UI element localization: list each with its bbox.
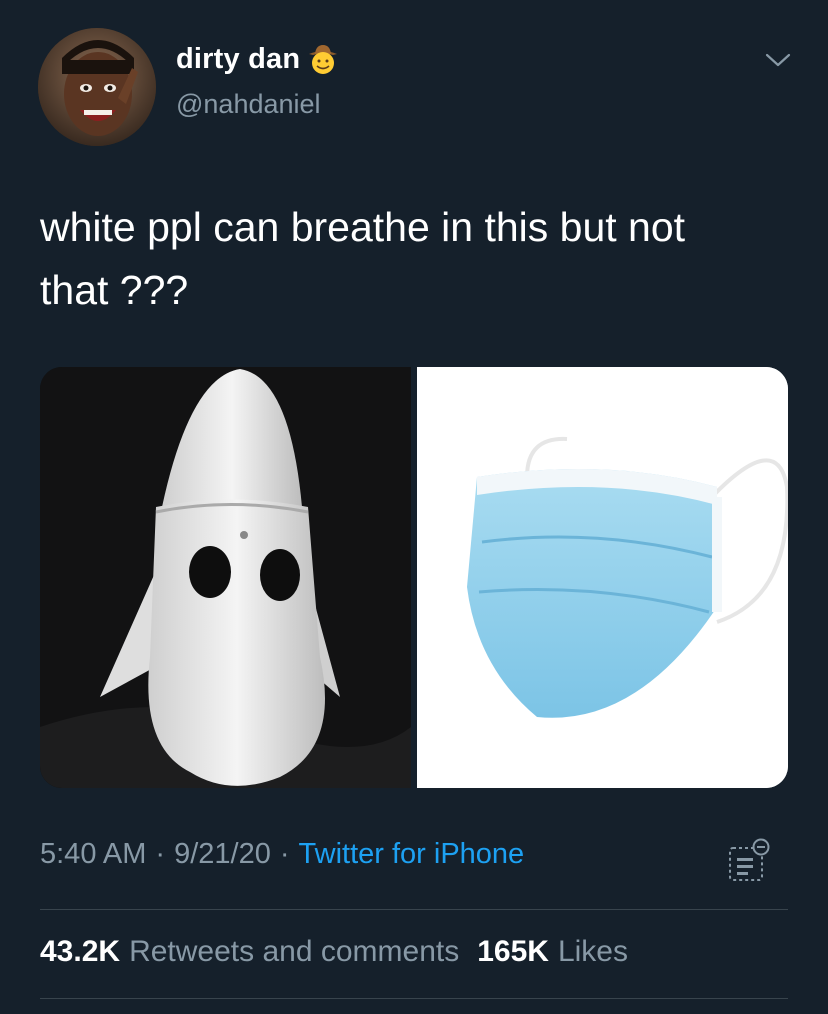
divider xyxy=(40,909,788,910)
surgical-mask-photo-icon xyxy=(417,367,788,788)
meta-separator: · xyxy=(279,838,290,870)
likes-label[interactable]: Likes xyxy=(558,935,628,969)
engagement-stats: 43.2K Retweets and comments 165K Likes xyxy=(40,935,646,969)
likes-count[interactable]: 165K xyxy=(477,935,549,969)
tweet-time: 5:40 AM xyxy=(40,838,147,870)
author-handle[interactable]: @nahdaniel xyxy=(176,89,321,120)
tweet-text: white ppl can breathe in this but not th… xyxy=(40,204,686,313)
tweet-source-link[interactable]: Twitter for iPhone xyxy=(299,838,525,871)
tweet-date: 9/21/20 xyxy=(174,838,271,870)
author-name-row[interactable]: dirty dan xyxy=(176,42,340,76)
white-hood-photo-icon xyxy=(40,367,411,788)
author-display-name[interactable]: dirty dan xyxy=(176,43,300,76)
retweets-count[interactable]: 43.2K xyxy=(40,935,120,969)
analytics-icon[interactable] xyxy=(726,838,772,884)
tweet-meta-row: 5:40 AM · 9/21/20 · Twitter for iPhone xyxy=(40,838,524,871)
divider xyxy=(40,998,788,999)
retweets-label[interactable]: Retweets and comments xyxy=(129,935,459,969)
media-grid[interactable] xyxy=(40,367,788,788)
meta-separator: · xyxy=(155,838,166,870)
cowboy-face-emoji-icon xyxy=(309,45,338,74)
avatar[interactable] xyxy=(38,28,156,146)
media-image-left[interactable] xyxy=(40,367,411,788)
media-image-right[interactable] xyxy=(417,367,788,788)
chevron-down-icon[interactable] xyxy=(764,50,792,70)
